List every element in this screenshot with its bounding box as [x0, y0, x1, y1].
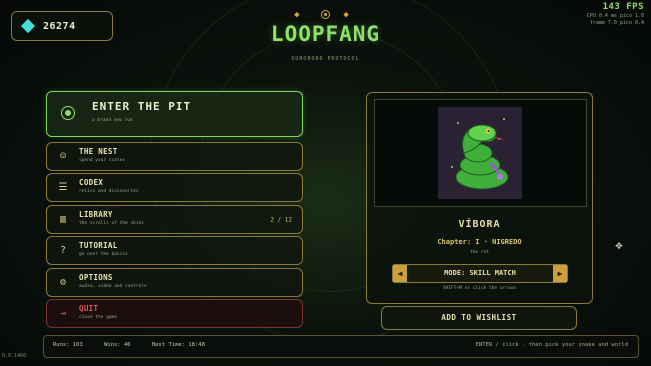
- enter-the-pit-button[interactable]: ENTER THE PIT a brand new run: [46, 91, 303, 137]
- mode-selector: ◀ MODE: SKILL MATCH ▶: [392, 264, 568, 283]
- menu-item-options[interactable]: ⚙ OPTIONS audio, video and controls: [46, 268, 303, 297]
- gear-icon: ⚙: [59, 276, 67, 288]
- fps-counter: 143 FPS: [602, 2, 644, 12]
- cursor-icon: ✥: [615, 238, 623, 252]
- perf-overlay: 143 FPS CPU 0.4 ms pico 1.0 frame 7.0 pi…: [587, 2, 644, 27]
- snake-portrait-art: [438, 107, 522, 199]
- best-time-stat: Best Time: 18:48: [151, 342, 205, 348]
- menu-label: LIBRARY: [79, 210, 113, 219]
- menu-desc: go over the basics: [79, 252, 128, 257]
- menu-label: THE NEST: [79, 147, 118, 156]
- stats: Runs: 103 Wins: 46 Best Time: 18:48: [53, 342, 223, 348]
- runs-stat: Runs: 103: [53, 342, 83, 348]
- menu-desc: the scrolls of the skins: [79, 221, 145, 226]
- menu-label: CODEX: [79, 178, 104, 187]
- character-name: VÍBORA: [458, 219, 501, 230]
- menu-label: OPTIONS: [79, 273, 113, 282]
- wins-stat: Wins: 46: [104, 342, 131, 348]
- game-title: LOOPFANG: [270, 22, 381, 46]
- controls-hint: ENTER / click · then pick your snake and…: [475, 342, 628, 348]
- version-label: 0.0.1460: [2, 353, 27, 359]
- character-flavor: the rot: [470, 250, 489, 255]
- target-icon: [61, 106, 75, 120]
- menu-item-quit[interactable]: ⇥ QUIT close the game: [46, 299, 303, 328]
- title-ornament: ◆ ◆: [294, 10, 357, 20]
- character-panel: VÍBORA Chapter: I · NIGREDO the rot ◀ MO…: [366, 92, 593, 304]
- snake-icon: [438, 107, 522, 199]
- question-icon: ?: [59, 244, 67, 256]
- ouroboros-icon: [321, 10, 330, 19]
- nest-icon: ☺: [59, 150, 67, 162]
- menu-desc: audio, video and controls: [79, 284, 147, 289]
- stats-bar: Runs: 103 Wins: 46 Best Time: 18:48 ENTE…: [43, 335, 639, 358]
- menu-desc: spend your scales: [79, 158, 126, 163]
- exit-icon: ⇥: [59, 307, 67, 319]
- menu-desc: close the game: [79, 315, 117, 320]
- perf-line-1: CPU 0.4 ms pico 1.0: [586, 13, 644, 19]
- perf-line-2: frame 7.0 pico 0.4: [589, 20, 644, 26]
- enter-desc: a brand new run: [92, 118, 133, 123]
- mode-next-arrow-icon[interactable]: ▶: [553, 265, 567, 282]
- menu-item-tutorial[interactable]: ? TUTORIAL go over the basics: [46, 236, 303, 265]
- menu-label: QUIT: [79, 304, 99, 313]
- menu-item-library[interactable]: ▥ LIBRARY the scrolls of the skins 2 / 1…: [46, 205, 303, 234]
- library-count: 2 / 12: [270, 216, 292, 223]
- chapter-label: Chapter: I · NIGREDO: [437, 238, 522, 246]
- mode-label: MODE: SKILL MATCH: [444, 269, 516, 277]
- menu-item-the-nest[interactable]: ☺ THE NEST spend your scales: [46, 142, 303, 171]
- add-to-wishlist-button[interactable]: ADD TO WISHLIST: [381, 306, 577, 330]
- game-subtitle: OUROBORO PROTOCOL: [291, 56, 360, 62]
- library-icon: ▥: [59, 213, 67, 225]
- mode-hint: SHIFT+M or click the arrows: [442, 286, 517, 291]
- menu-label: TUTORIAL: [79, 241, 118, 250]
- menu-item-codex[interactable]: ☰ CODEX relics and discoveries: [46, 173, 303, 202]
- enter-label: ENTER THE PIT: [92, 100, 192, 113]
- menu-desc: relics and discoveries: [79, 189, 139, 194]
- codex-icon: ☰: [58, 181, 68, 193]
- character-portrait: [374, 99, 587, 207]
